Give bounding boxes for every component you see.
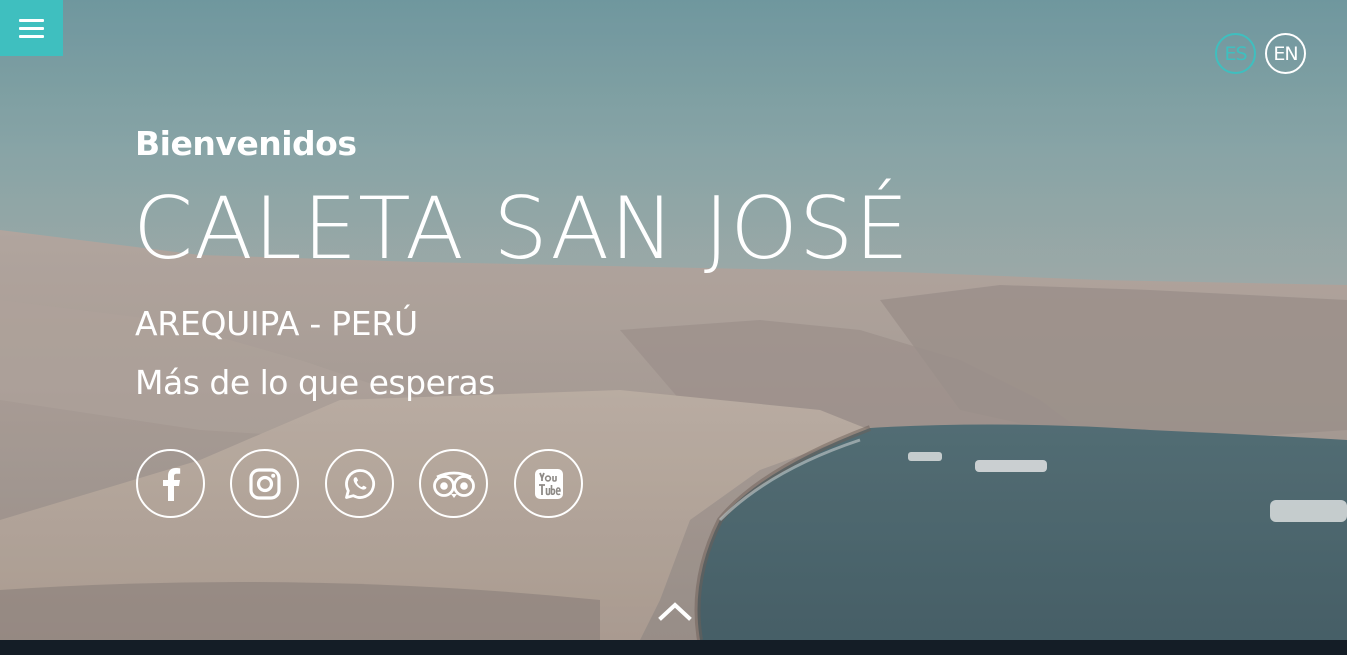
region-subtitle: AREQUIPA - PERÚ bbox=[135, 304, 418, 343]
whatsapp-button[interactable] bbox=[325, 449, 394, 518]
welcome-heading: Bienvenidos bbox=[135, 124, 357, 163]
footer-bar bbox=[0, 640, 1347, 655]
instagram-icon bbox=[248, 467, 281, 500]
youtube-icon bbox=[534, 468, 563, 499]
youtube-button[interactable] bbox=[514, 449, 583, 518]
tripadvisor-button[interactable] bbox=[419, 449, 488, 518]
hamburger-menu-button[interactable] bbox=[0, 0, 63, 56]
facebook-button[interactable] bbox=[136, 449, 205, 518]
instagram-button[interactable] bbox=[230, 449, 299, 518]
hero-section: ES EN Bienvenidos CALETA SAN JOSÉ AREQUI… bbox=[0, 0, 1347, 640]
hamburger-menu-icon-line bbox=[19, 34, 44, 38]
facebook-icon bbox=[162, 467, 180, 501]
tagline: Más de lo que esperas bbox=[135, 363, 495, 402]
page-title: CALETA SAN JOSÉ bbox=[133, 179, 910, 279]
tripadvisor-icon bbox=[432, 471, 475, 498]
hamburger-menu-icon-line bbox=[19, 18, 44, 22]
chevron-up-icon bbox=[658, 602, 692, 621]
language-es-button[interactable]: ES bbox=[1215, 33, 1256, 74]
whatsapp-icon bbox=[344, 468, 375, 499]
hamburger-menu-icon-line bbox=[19, 26, 44, 30]
language-en-button[interactable]: EN bbox=[1265, 33, 1306, 74]
scroll-up-button[interactable] bbox=[657, 597, 693, 623]
